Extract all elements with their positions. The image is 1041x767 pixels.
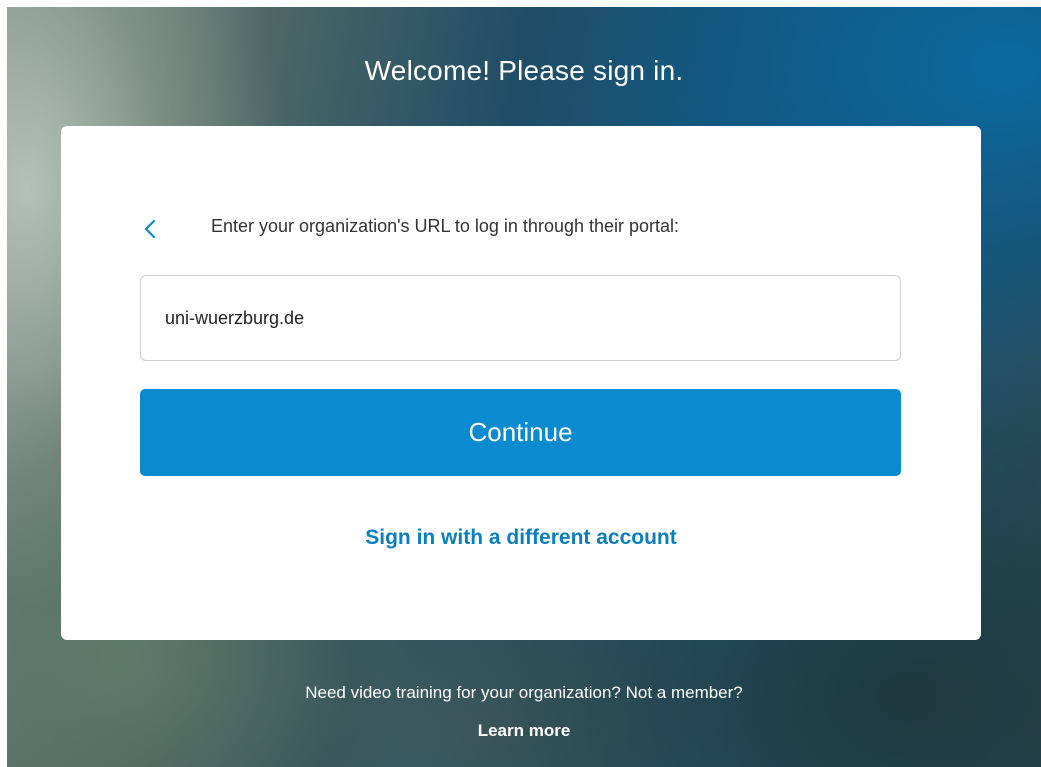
organization-url-input[interactable]: [140, 275, 901, 361]
sign-in-card: Enter your organization's URL to log in …: [61, 126, 981, 640]
page-title: Welcome! Please sign in.: [364, 55, 684, 86]
different-account-link[interactable]: Sign in with a different account: [61, 526, 981, 550]
back-button[interactable]: [139, 214, 163, 244]
learn-more-link[interactable]: Learn more: [7, 721, 1041, 741]
footer-text: Need video training for your organizatio…: [305, 683, 743, 702]
url-prompt-label: Enter your organization's URL to log in …: [211, 216, 680, 236]
continue-button[interactable]: Continue: [140, 389, 901, 476]
chevron-left-icon: [144, 219, 156, 239]
sign-in-page: Welcome! Please sign in. Enter your orga…: [0, 0, 1041, 767]
